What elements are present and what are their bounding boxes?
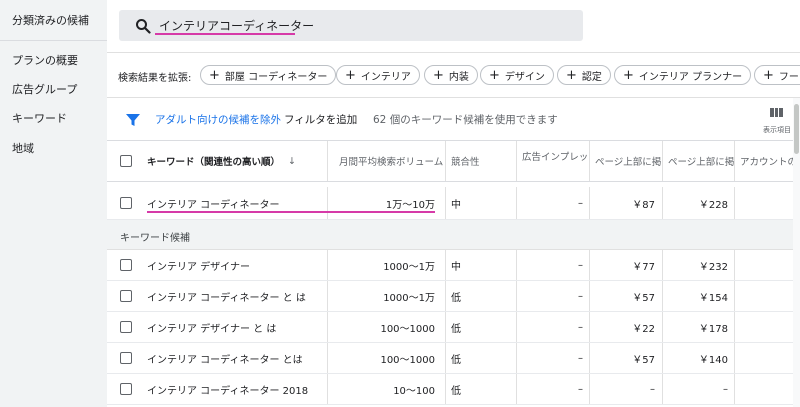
keyword-cell: インテリア デザイナー と は bbox=[147, 323, 277, 335]
filter-bar: アダルト向けの候補を除外 フィルタを追加 62 個のキーワード候補を使用できます… bbox=[107, 98, 800, 140]
plus-icon: + bbox=[763, 67, 774, 83]
table-row: インテリア デザイナー 1000～1万 中 – ￥77 ￥232 bbox=[107, 250, 800, 281]
highlight-underline bbox=[147, 211, 435, 213]
main-panel: インテリアコーディネーター 検索結果を拡張: + 部屋 コーディネーター + インテ… bbox=[107, 0, 800, 407]
sidebar-divider bbox=[0, 40, 107, 41]
volume-cell: 1万～10万 bbox=[385, 199, 435, 211]
keyword-count: 62 個のキーワード候補を使用できます bbox=[373, 114, 558, 126]
row-checkbox[interactable] bbox=[120, 383, 132, 395]
header-top-bid-low[interactable]: ページ上部に掲 bbox=[595, 141, 661, 181]
select-all-checkbox[interactable] bbox=[120, 155, 132, 167]
top-bid-high-cell: ￥154 bbox=[698, 292, 728, 304]
competition-cell: 中 bbox=[451, 261, 461, 273]
plus-icon: + bbox=[566, 67, 577, 83]
sort-arrow-icon: ↓ bbox=[288, 155, 296, 167]
header-competition[interactable]: 競合性 bbox=[451, 141, 511, 181]
sidebar-item-ad-groups[interactable]: 広告グループ bbox=[12, 81, 77, 97]
row-checkbox[interactable] bbox=[120, 321, 132, 333]
top-bid-high-cell: – bbox=[723, 383, 728, 395]
scrollbar-thumb[interactable] bbox=[794, 104, 799, 154]
refine-chip[interactable]: + デザイン bbox=[480, 65, 554, 85]
top-bid-low-cell: ￥87 bbox=[632, 199, 655, 211]
impression-cell: – bbox=[578, 321, 583, 333]
table-row: インテリア デザイナー と は 100～1000 低 – ￥22 ￥178 bbox=[107, 312, 800, 343]
refine-chip[interactable]: + 部屋 コーディネーター bbox=[200, 65, 337, 85]
competition-cell: 低 bbox=[451, 292, 461, 304]
top-bid-high-cell: ￥228 bbox=[698, 199, 728, 211]
impression-cell: – bbox=[578, 290, 583, 302]
search-icon bbox=[136, 19, 151, 34]
impression-cell: – bbox=[578, 197, 583, 209]
competition-cell: 低 bbox=[451, 354, 461, 366]
add-filter-button[interactable]: フィルタを追加 bbox=[284, 112, 357, 127]
top-bid-low-cell: ￥77 bbox=[632, 261, 655, 273]
search-area: インテリアコーディネーター bbox=[107, 0, 800, 52]
competition-cell: 低 bbox=[451, 323, 461, 335]
impression-cell: – bbox=[578, 383, 583, 395]
columns-button[interactable]: 表示項目 bbox=[762, 106, 792, 136]
keyword-cell: インテリア デザイナー bbox=[147, 261, 250, 273]
top-bid-low-cell: ￥57 bbox=[632, 354, 655, 366]
search-input[interactable]: インテリアコーディネーター bbox=[119, 10, 583, 41]
impression-cell: – bbox=[578, 352, 583, 364]
row-checkbox[interactable] bbox=[120, 197, 132, 209]
adult-exclude-link[interactable]: アダルト向けの候補を除外 bbox=[155, 112, 281, 127]
table-row: インテリア コーディネーター と は 1000～1万 低 – ￥57 ￥154 bbox=[107, 281, 800, 312]
table-header: キーワード（関連性の高い順） ↓ 月間平均検索ボリューム 競合性 広告インプレッ … bbox=[107, 140, 800, 182]
header-volume[interactable]: 月間平均検索ボリューム bbox=[339, 141, 447, 181]
sidebar: 分類済みの候補 プランの概要 広告グループ キーワード 地域 bbox=[0, 0, 107, 407]
keyword-cell: インテリア コーディネーター bbox=[147, 199, 280, 211]
volume-cell: 100～1000 bbox=[380, 354, 435, 366]
top-bid-high-cell: ￥140 bbox=[698, 354, 728, 366]
row-checkbox[interactable] bbox=[120, 259, 132, 271]
sidebar-item-keywords[interactable]: キーワード bbox=[12, 110, 67, 126]
header-impression-share[interactable]: 広告インプレッ bbox=[522, 141, 590, 181]
refine-label: 検索結果を拡張: bbox=[118, 73, 192, 84]
keyword-cell: インテリア コーディネーター 2018 bbox=[147, 385, 309, 397]
competition-cell: 中 bbox=[451, 199, 461, 211]
header-account-status[interactable]: アカウントの bbox=[740, 141, 800, 181]
table-row-query: インテリア コーディネーター 1万～10万 中 – ￥87 ￥228 bbox=[107, 187, 800, 220]
row-checkbox[interactable] bbox=[120, 352, 132, 364]
plus-icon: + bbox=[489, 67, 500, 83]
top-bid-high-cell: ￥232 bbox=[698, 261, 728, 273]
volume-cell: 10～100 bbox=[393, 385, 435, 397]
top-bid-high-cell: ￥178 bbox=[698, 323, 728, 335]
filter-icon[interactable] bbox=[126, 113, 140, 127]
refine-chip[interactable]: + 認定 bbox=[557, 65, 611, 85]
refine-chip[interactable]: +フート bbox=[754, 65, 800, 85]
columns-icon bbox=[770, 108, 784, 117]
plus-icon: + bbox=[623, 67, 634, 83]
section-keyword-ideas: キーワード候補 bbox=[107, 220, 800, 250]
plus-icon: + bbox=[209, 67, 220, 83]
highlight-underline bbox=[155, 33, 295, 35]
table-row: インテリア コーディネーター 2018 10～100 低 – – – bbox=[107, 374, 800, 405]
plus-icon: + bbox=[345, 67, 356, 83]
top-bid-low-cell: – bbox=[650, 383, 655, 395]
refine-chip[interactable]: + 内装 bbox=[424, 65, 478, 85]
row-checkbox[interactable] bbox=[120, 290, 132, 302]
volume-cell: 1000～1万 bbox=[383, 292, 435, 304]
volume-cell: 100～1000 bbox=[380, 323, 435, 335]
header-keyword[interactable]: キーワード（関連性の高い順） ↓ bbox=[147, 141, 327, 181]
sidebar-item-grouped-ideas[interactable]: 分類済みの候補 bbox=[12, 12, 89, 28]
top-bid-low-cell: ￥57 bbox=[632, 292, 655, 304]
keyword-cell: インテリア コーディネーター とは bbox=[147, 354, 303, 366]
competition-cell: 低 bbox=[451, 385, 461, 397]
volume-cell: 1000～1万 bbox=[383, 261, 435, 273]
refine-chip[interactable]: + インテリア プランナー bbox=[614, 65, 752, 85]
plus-icon: + bbox=[433, 67, 444, 83]
search-query: インテリアコーディネーター bbox=[159, 19, 315, 33]
top-bid-low-cell: ￥22 bbox=[632, 323, 655, 335]
header-top-bid-high[interactable]: ページ上部に掲 bbox=[668, 141, 734, 181]
sidebar-item-plan-overview[interactable]: プランの概要 bbox=[12, 52, 78, 68]
refine-chip[interactable]: + インテリア bbox=[336, 65, 420, 85]
table-row: インテリア コーディネーター とは 100～1000 低 – ￥57 ￥140 bbox=[107, 343, 800, 374]
impression-cell: – bbox=[578, 259, 583, 271]
sidebar-item-locations[interactable]: 地域 bbox=[12, 140, 34, 156]
keyword-cell: インテリア コーディネーター と は bbox=[147, 292, 306, 304]
refine-search-bar: 検索結果を拡張: + 部屋 コーディネーター + インテリア + 内装 + デザイン +… bbox=[107, 52, 800, 98]
